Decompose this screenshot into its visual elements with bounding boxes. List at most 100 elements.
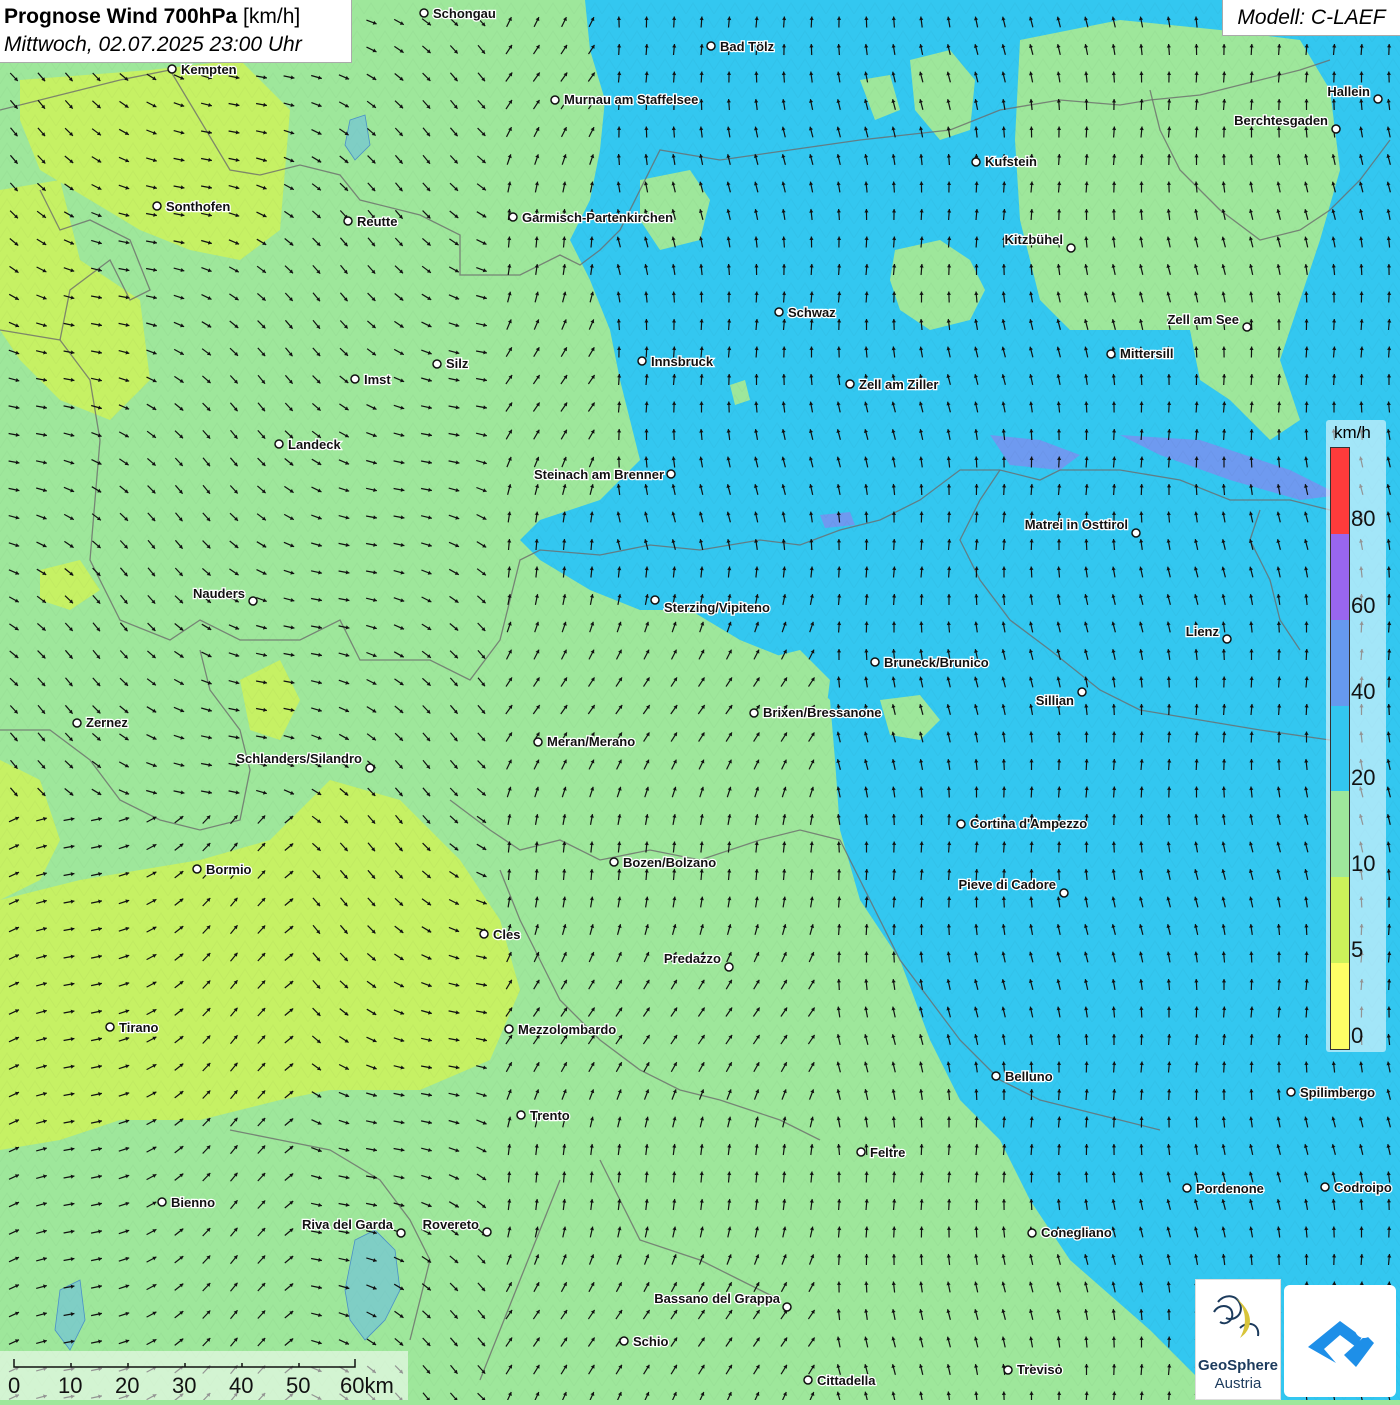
city-label: Spilimbergo bbox=[1300, 1085, 1375, 1100]
city-label: Zernez bbox=[86, 715, 128, 730]
city-label: Nauders bbox=[193, 586, 245, 601]
city-label: Meran/Merano bbox=[547, 734, 635, 749]
city-marker bbox=[1106, 349, 1116, 359]
city-marker bbox=[1003, 1365, 1013, 1375]
model-label: Modell: C-LAEF bbox=[1222, 0, 1400, 36]
forecast-datetime: Mittwoch, 02.07.2025 23:00 Uhr bbox=[4, 33, 302, 56]
city-marker bbox=[782, 1302, 792, 1312]
legend-colorbar bbox=[1330, 447, 1350, 1050]
city-label: Predazzo bbox=[664, 951, 721, 966]
city-marker bbox=[1131, 528, 1141, 538]
city-label: Schwaz bbox=[788, 305, 836, 320]
city-marker bbox=[516, 1110, 526, 1120]
city-marker bbox=[1331, 124, 1341, 134]
legend-swatch bbox=[1331, 619, 1349, 706]
city-marker bbox=[157, 1197, 167, 1207]
city-marker bbox=[1077, 687, 1087, 697]
city-marker bbox=[1286, 1087, 1296, 1097]
scale-label: 60km bbox=[340, 1373, 394, 1398]
city-marker bbox=[956, 819, 966, 829]
geosphere-emblem-icon bbox=[1213, 1295, 1260, 1338]
city-label: Innsbruck bbox=[651, 354, 714, 369]
city-marker bbox=[533, 737, 543, 747]
logo-name: GeoSphere bbox=[1197, 1357, 1279, 1374]
city-label: Rovereto bbox=[423, 1217, 479, 1232]
city-label: Schio bbox=[633, 1334, 668, 1349]
city-marker bbox=[167, 64, 177, 74]
city-label: Murnau am Staffelsee bbox=[564, 92, 698, 107]
city-label: Bienno bbox=[171, 1195, 215, 1210]
city-label: Riva del Garda bbox=[302, 1217, 394, 1232]
city-marker bbox=[343, 216, 353, 226]
city-label: Imst bbox=[364, 372, 391, 387]
city-label: Pordenone bbox=[1196, 1181, 1264, 1196]
city-label: Kufstein bbox=[985, 154, 1037, 169]
city-marker bbox=[72, 718, 82, 728]
legend-label: 5 bbox=[1351, 937, 1364, 962]
city-label: Bad Tölz bbox=[720, 39, 775, 54]
city-label: Reutte bbox=[357, 214, 397, 229]
city-label: Brixen/Bressanone bbox=[763, 705, 882, 720]
city-marker bbox=[1320, 1182, 1330, 1192]
city-marker bbox=[419, 8, 429, 18]
wind-map: Schongau Bad Tölz Kempten Murnau am Staffel… bbox=[0, 0, 1400, 1400]
city-label: Matrei in Osttirol bbox=[1025, 517, 1128, 532]
legend-label: 10 bbox=[1351, 851, 1376, 876]
city-label: Treviso bbox=[1017, 1362, 1063, 1377]
logo-subtitle: Austria bbox=[1214, 1375, 1262, 1392]
city-marker bbox=[1059, 888, 1069, 898]
legend-label: 80 bbox=[1351, 506, 1376, 531]
weather-app-logo[interactable] bbox=[1284, 1285, 1396, 1397]
city-label: Lienz bbox=[1186, 624, 1220, 639]
city-marker bbox=[550, 95, 560, 105]
city-label: Mittersill bbox=[1120, 346, 1173, 361]
city-label: Mezzolombardo bbox=[518, 1022, 616, 1037]
city-marker bbox=[1182, 1183, 1192, 1193]
city-label: Kitzbühel bbox=[1005, 232, 1064, 247]
city-marker bbox=[749, 708, 759, 718]
city-label: Pieve di Cadore bbox=[958, 877, 1056, 892]
scale-label: 20 bbox=[115, 1373, 140, 1398]
city-label: Steinach am Brenner bbox=[534, 467, 664, 482]
title-box: Prognose Wind 700hPa [km/h] Mittwoch, 02… bbox=[0, 0, 352, 63]
legend-swatch bbox=[1331, 877, 1349, 964]
city-label: Belluno bbox=[1005, 1069, 1053, 1084]
city-label: Zell am Ziller bbox=[859, 377, 938, 392]
city-label: Bassano del Grappa bbox=[654, 1291, 780, 1306]
city-marker bbox=[1027, 1228, 1037, 1238]
city-marker bbox=[774, 307, 784, 317]
city-label: Bruneck/Brunico bbox=[884, 655, 989, 670]
city-marker bbox=[637, 356, 647, 366]
city-label: Tirano bbox=[119, 1020, 159, 1035]
city-marker bbox=[396, 1228, 406, 1238]
city-marker bbox=[609, 857, 619, 867]
city-label: Bozen/Bolzano bbox=[623, 855, 716, 870]
city-marker bbox=[105, 1022, 115, 1032]
city-marker bbox=[803, 1375, 813, 1385]
city-marker bbox=[350, 374, 360, 384]
city-marker bbox=[845, 379, 855, 389]
legend-swatch bbox=[1331, 963, 1349, 1050]
legend-label: 0 bbox=[1351, 1023, 1364, 1048]
city-marker bbox=[508, 212, 518, 222]
city-marker bbox=[152, 201, 162, 211]
legend-swatch bbox=[1331, 533, 1349, 620]
city-marker bbox=[274, 439, 284, 449]
scale-label: 30 bbox=[172, 1373, 197, 1398]
scale-label: 40 bbox=[229, 1373, 254, 1398]
city-label: Cortina d'Ampezzo bbox=[970, 816, 1087, 831]
city-label: Trento bbox=[530, 1108, 570, 1123]
scale-label: 10 bbox=[58, 1373, 83, 1398]
city-label: Zell am See bbox=[1167, 312, 1239, 327]
legend-swatch bbox=[1331, 791, 1349, 878]
city-label: Feltre bbox=[870, 1145, 905, 1160]
city-marker bbox=[706, 41, 716, 51]
map-title: Prognose Wind 700hPa [km/h] bbox=[4, 5, 301, 28]
geosphere-logo[interactable]: GeoSphere Austria bbox=[1195, 1279, 1281, 1400]
city-label: Cittadella bbox=[817, 1373, 876, 1388]
city-marker bbox=[432, 359, 442, 369]
city-label: Codroipo bbox=[1334, 1180, 1392, 1195]
city-label: Kempten bbox=[181, 62, 237, 77]
city-marker bbox=[650, 595, 660, 605]
legend-swatch bbox=[1331, 705, 1349, 792]
